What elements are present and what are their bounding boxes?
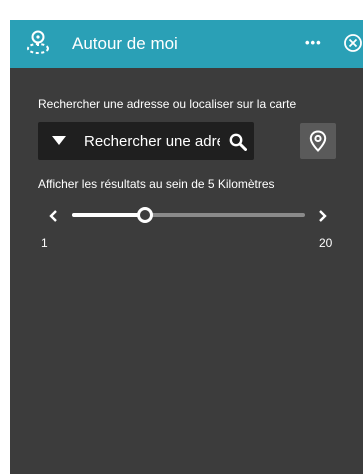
chevron-right-icon[interactable] xyxy=(316,209,328,223)
panel-header: Autour de moi ••• xyxy=(10,20,363,68)
more-icon[interactable]: ••• xyxy=(305,34,322,52)
panel-title: Autour de moi xyxy=(72,34,178,53)
search-prompt: Rechercher une adresse ou localiser sur … xyxy=(38,97,297,111)
locate-people-icon xyxy=(27,30,49,54)
chevron-left-icon[interactable] xyxy=(48,209,60,223)
locate-button[interactable] xyxy=(300,123,336,159)
search-icon[interactable] xyxy=(229,133,247,151)
radius-label: Afficher les résultats au sein de 5 Kilo… xyxy=(38,177,275,191)
radius-slider-fill xyxy=(72,213,145,217)
search-box xyxy=(38,122,254,160)
map-pin-icon xyxy=(309,130,327,152)
search-input[interactable] xyxy=(84,132,220,150)
close-icon[interactable] xyxy=(343,33,363,53)
slider-min-label: 1 xyxy=(41,236,48,250)
radius-slider-thumb[interactable] xyxy=(136,207,153,223)
around-me-panel: Autour de moi ••• Rechercher une adresse… xyxy=(10,20,363,474)
slider-max-label: 20 xyxy=(319,236,333,250)
caret-down-icon[interactable] xyxy=(52,136,66,146)
